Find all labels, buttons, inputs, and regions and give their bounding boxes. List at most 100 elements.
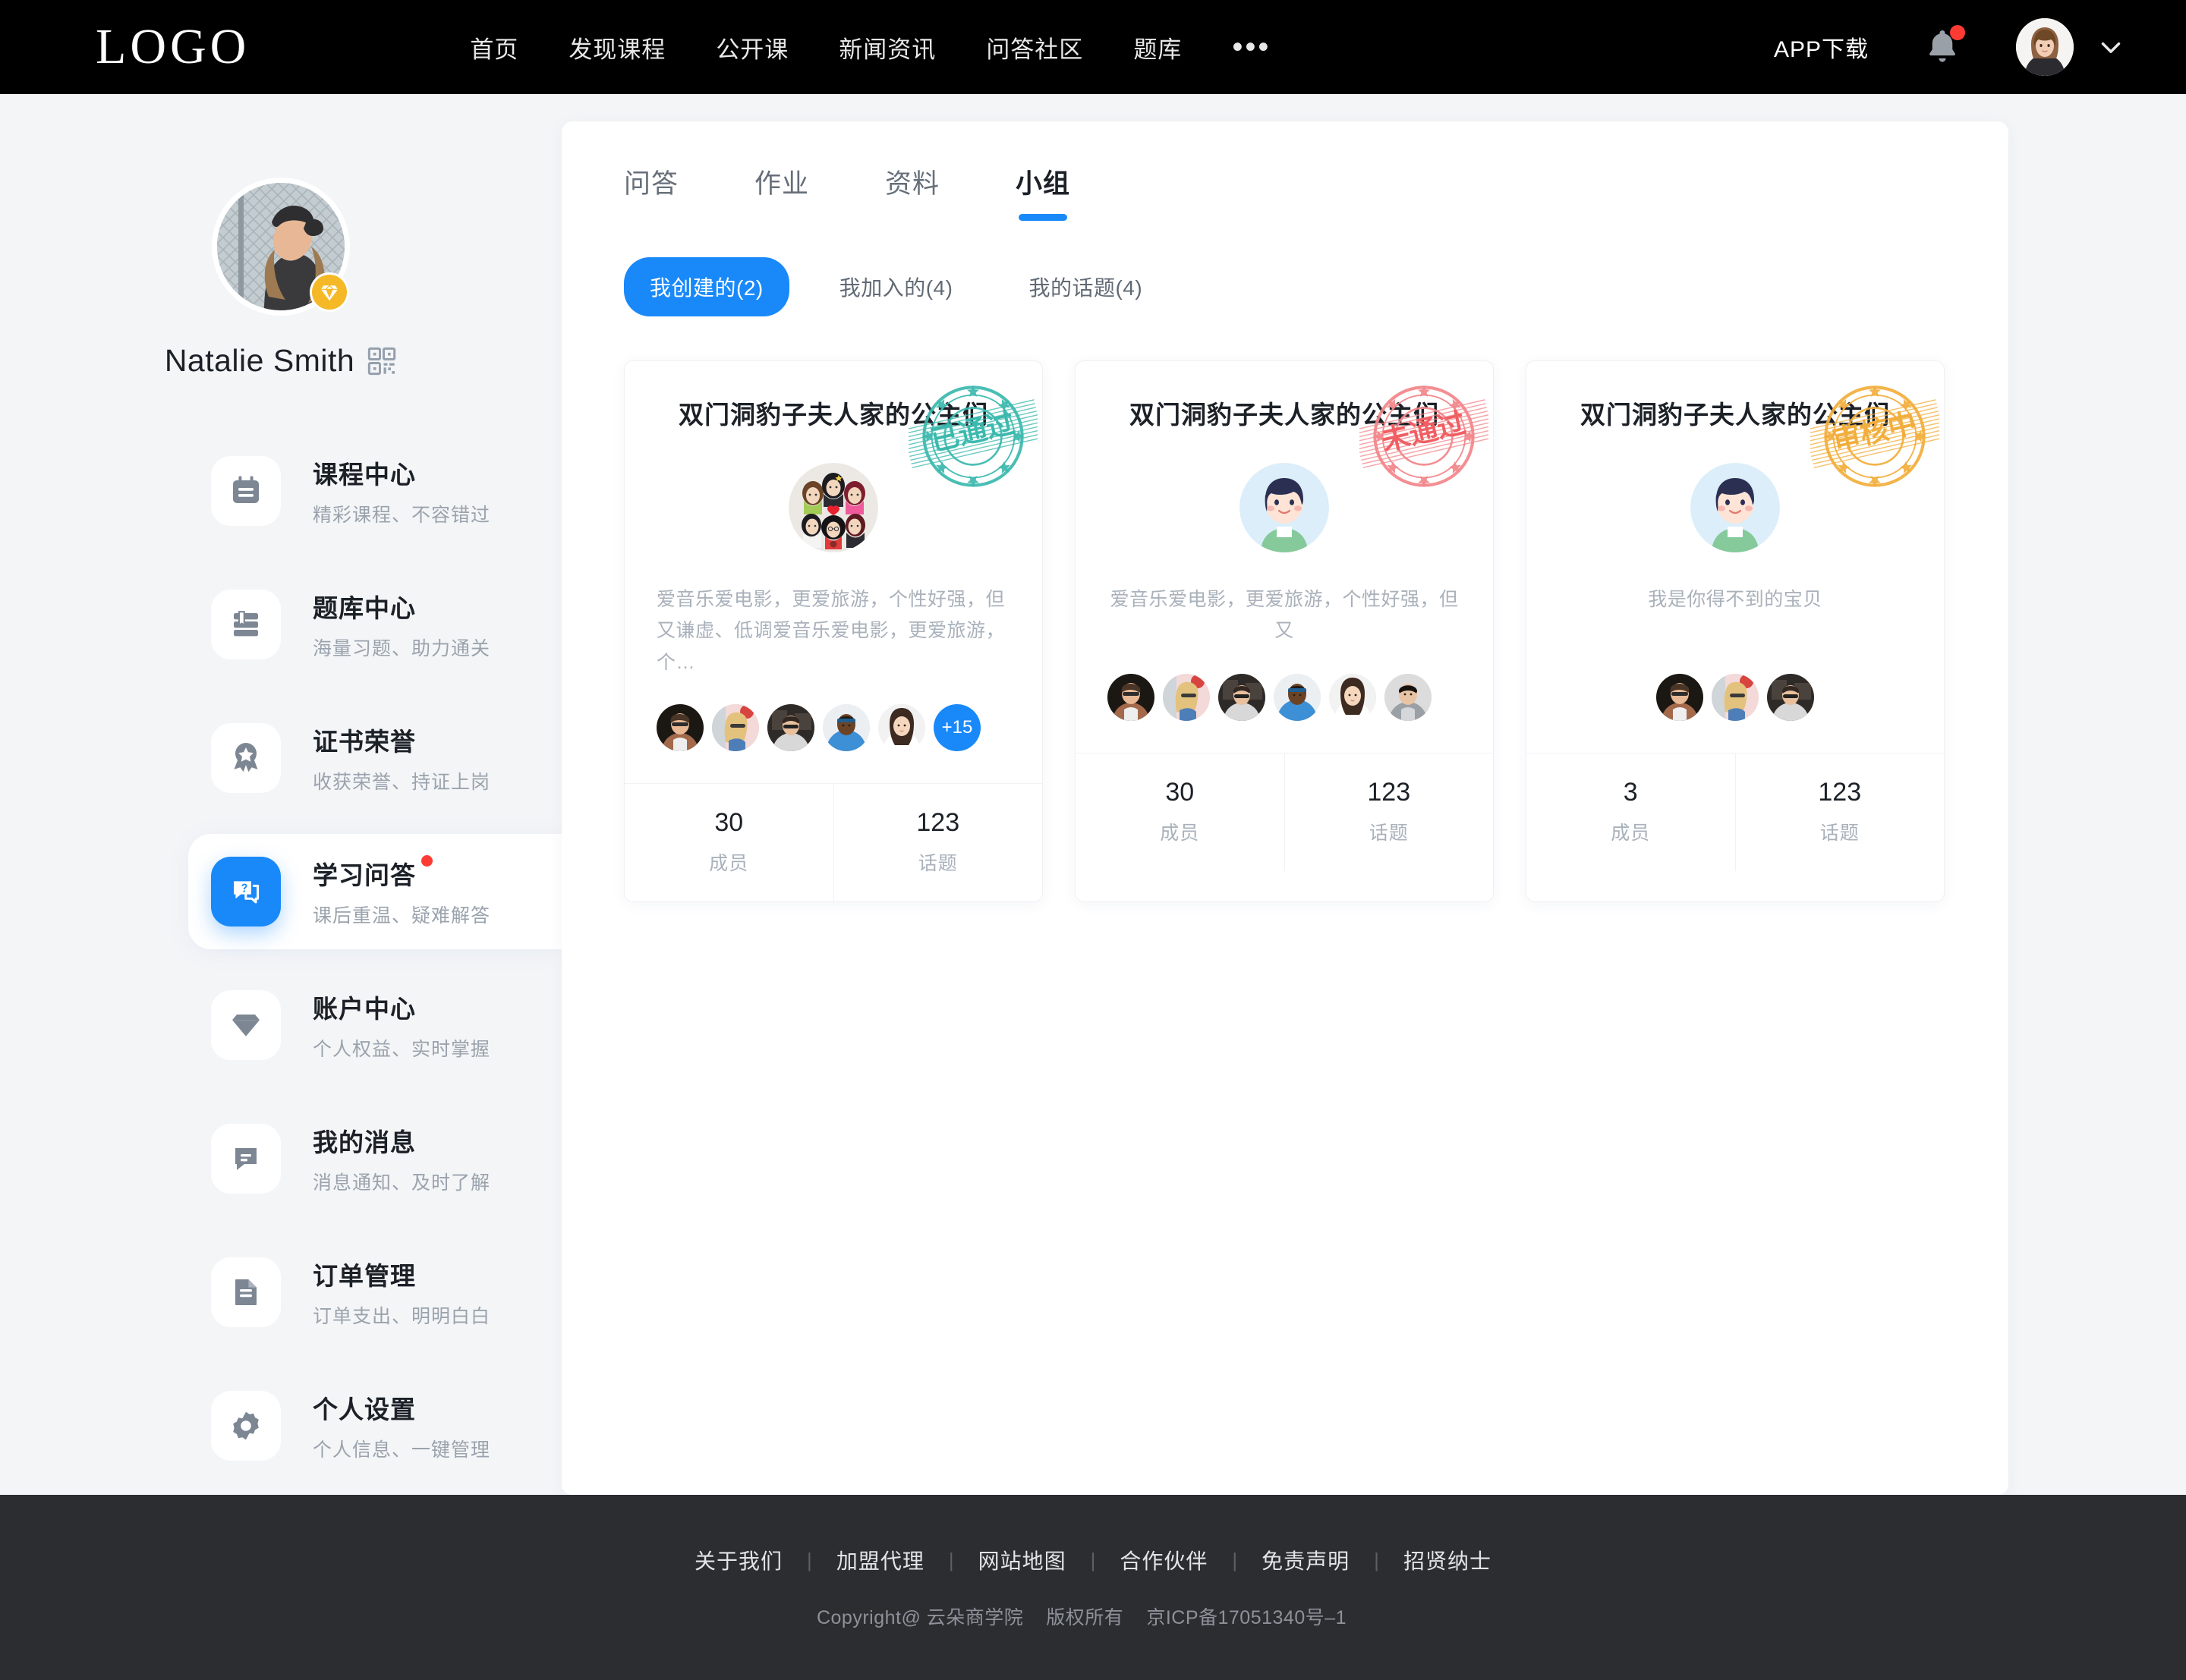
- stat-label: 成员: [709, 852, 749, 874]
- nav-item-qa-community[interactable]: 问答社区: [986, 30, 1083, 64]
- group-member-avatars: +15: [625, 703, 1042, 751]
- stat-label: 成员: [1611, 823, 1651, 844]
- stat-label: 话题: [918, 852, 958, 874]
- sidebar-item-text: 课程中心 精彩课程、不容错过: [313, 455, 490, 527]
- calendar-icon: [233, 476, 259, 503]
- diamond-icon-wrap: [211, 990, 281, 1060]
- notification-badge-dot: [1950, 25, 1965, 40]
- group-avatar: [789, 463, 878, 552]
- member-avatar[interactable]: [823, 703, 870, 751]
- footer-copyright: Copyright@ 云朵商学院 版权所有 京ICP备17051340号–1: [817, 1603, 1369, 1630]
- footer-link-partners[interactable]: 合作伙伴: [1120, 1545, 1208, 1575]
- app-download-link[interactable]: APP下载: [1774, 30, 1869, 64]
- sidebar-item-subtitle: 个人信息、一键管理: [313, 1439, 491, 1461]
- medal-star-icon-wrap: [211, 723, 281, 793]
- group-card[interactable]: 双门洞豹子夫人家的公主们: [1526, 360, 1945, 902]
- notification-bell-button[interactable]: [1922, 25, 1965, 68]
- rights-text: 版权所有: [1046, 1607, 1124, 1628]
- group-card-list: 双门洞豹子夫人家的公主们 已通过 爱音乐爱电影，更爱旅游，个性好强，但又谦虚、低…: [562, 360, 2008, 902]
- top-nav-right-group: APP下载: [1774, 0, 2127, 94]
- sidebar-item-subtitle: 海量习题、助力通关: [313, 638, 491, 659]
- stat-value: 30: [714, 807, 744, 837]
- sidebar-item-personal-settings[interactable]: 个人设置 个人信息、一键管理: [0, 1377, 562, 1474]
- stat-value: 123: [1818, 778, 1862, 807]
- member-avatar[interactable]: [1107, 674, 1154, 721]
- sidebar-item-text: 我的消息 消息通知、及时了解: [313, 1122, 490, 1195]
- more-members-badge[interactable]: +15: [934, 703, 981, 751]
- sidebar-item-study-qa[interactable]: 学习问答 课后重温、疑难解答: [0, 834, 562, 949]
- nav-more-icon[interactable]: •••: [1232, 32, 1271, 62]
- gear-icon: [233, 1411, 259, 1440]
- tab-homework[interactable]: 作业: [754, 162, 809, 221]
- group-card-title: 双门洞豹子夫人家的公主们: [1580, 401, 1890, 429]
- group-avatar: [1239, 463, 1329, 552]
- sidebar-item-title: 题库中心: [313, 594, 416, 622]
- icp-license[interactable]: 京ICP备17051340号–1: [1146, 1607, 1347, 1628]
- sidebar-item-account-center[interactable]: 账户中心 个人权益、实时掌握: [0, 977, 562, 1074]
- nav-item-home[interactable]: 首页: [470, 30, 518, 64]
- filter-joined-by-me[interactable]: 我加入的(4): [814, 257, 979, 316]
- page-footer: 关于我们 | 加盟代理 | 网站地图 | 合作伙伴 | 免责声明 | 招贤纳士 …: [0, 1495, 2186, 1680]
- nav-item-question-bank[interactable]: 题库: [1133, 30, 1182, 64]
- diamond-icon: [232, 1015, 260, 1037]
- profile-avatar[interactable]: [212, 178, 350, 316]
- group-card[interactable]: 双门洞豹子夫人家的公主们: [1075, 360, 1494, 902]
- sidebar-item-course-center[interactable]: 课程中心 精彩课程、不容错过: [0, 442, 562, 540]
- tab-materials[interactable]: 资料: [885, 162, 940, 221]
- sidebar-item-text: 个人设置 个人信息、一键管理: [313, 1389, 490, 1462]
- member-avatar[interactable]: [657, 703, 704, 751]
- stat-label: 话题: [1819, 823, 1860, 844]
- chevron-down-icon[interactable]: [2095, 31, 2127, 63]
- sidebar-item-order-management[interactable]: 订单管理 订单支出、明明白白: [0, 1244, 562, 1341]
- member-avatar[interactable]: [1656, 674, 1703, 721]
- member-avatar[interactable]: [1218, 674, 1265, 721]
- tab-qa[interactable]: 问答: [624, 162, 679, 221]
- top-navigation-bar: LOGO 首页 发现课程 公开课 新闻资讯 问答社区 题库 ••• APP下载: [0, 0, 2186, 94]
- footer-link-about-us[interactable]: 关于我们: [695, 1545, 783, 1575]
- nav-item-discover-courses[interactable]: 发现课程: [569, 30, 666, 64]
- sidebar-item-my-messages[interactable]: 我的消息 消息通知、及时了解: [0, 1110, 562, 1207]
- sidebar-item-text: 订单管理 订单支出、明明白白: [313, 1256, 490, 1329]
- sidebar-item-title: 个人设置: [313, 1395, 416, 1424]
- footer-link-disclaimer[interactable]: 免责声明: [1262, 1545, 1350, 1575]
- nav-item-open-class[interactable]: 公开课: [716, 30, 789, 64]
- sidebar-item-title: 账户中心: [313, 995, 416, 1023]
- site-logo[interactable]: LOGO: [96, 22, 250, 72]
- footer-link-sitemap[interactable]: 网站地图: [978, 1545, 1066, 1575]
- sidebar-item-text: 学习问答 课后重温、疑难解答: [313, 855, 490, 928]
- sidebar-item-question-bank-center[interactable]: 题库中心 海量习题、助力通关: [0, 576, 562, 673]
- sidebar-item-subtitle: 课后重温、疑难解答: [313, 905, 491, 927]
- sidebar-item-text: 账户中心 个人权益、实时掌握: [313, 989, 490, 1062]
- sidebar-item-certificate-honor[interactable]: 证书荣誉 收获荣誉、持证上岗: [0, 709, 562, 807]
- qrcode-icon[interactable]: [367, 346, 397, 376]
- footer-separator: |: [1090, 1548, 1096, 1571]
- member-avatar[interactable]: [878, 703, 925, 751]
- tab-groups[interactable]: 小组: [1016, 162, 1070, 221]
- sidebar-item-subtitle: 个人权益、实时掌握: [313, 1039, 491, 1060]
- stat-topics: 123 话题: [1734, 753, 1945, 871]
- gear-icon-wrap: [211, 1391, 281, 1461]
- stat-value: 3: [1623, 778, 1638, 807]
- group-member-avatars: [1526, 674, 1944, 721]
- member-avatar[interactable]: [712, 703, 759, 751]
- sidebar-item-notification-dot: [421, 855, 433, 867]
- sidebar-item-title: 学习问答: [313, 855, 433, 892]
- footer-link-franchise[interactable]: 加盟代理: [836, 1545, 924, 1575]
- sidebar-item-subtitle: 精彩课程、不容错过: [313, 505, 491, 526]
- group-avatar: [1690, 463, 1780, 552]
- nav-item-news[interactable]: 新闻资讯: [839, 30, 936, 64]
- footer-link-careers[interactable]: 招贤纳士: [1403, 1545, 1491, 1575]
- filter-created-by-me[interactable]: 我创建的(2): [624, 257, 789, 316]
- member-avatar[interactable]: [1384, 674, 1432, 721]
- group-description: 爱音乐爱电影，更爱旅游，个性好强，但又: [1110, 589, 1459, 642]
- member-avatar[interactable]: [1163, 674, 1210, 721]
- member-avatar[interactable]: [1329, 674, 1376, 721]
- filter-my-topics[interactable]: 我的话题(4): [1003, 257, 1168, 316]
- member-avatar[interactable]: [1767, 674, 1814, 721]
- stat-topics: 123 话题: [833, 783, 1043, 901]
- member-avatar[interactable]: [1712, 674, 1759, 721]
- group-card[interactable]: 双门洞豹子夫人家的公主们: [624, 360, 1043, 902]
- user-avatar[interactable]: [2016, 18, 2074, 76]
- member-avatar[interactable]: [767, 703, 814, 751]
- member-avatar[interactable]: [1274, 674, 1321, 721]
